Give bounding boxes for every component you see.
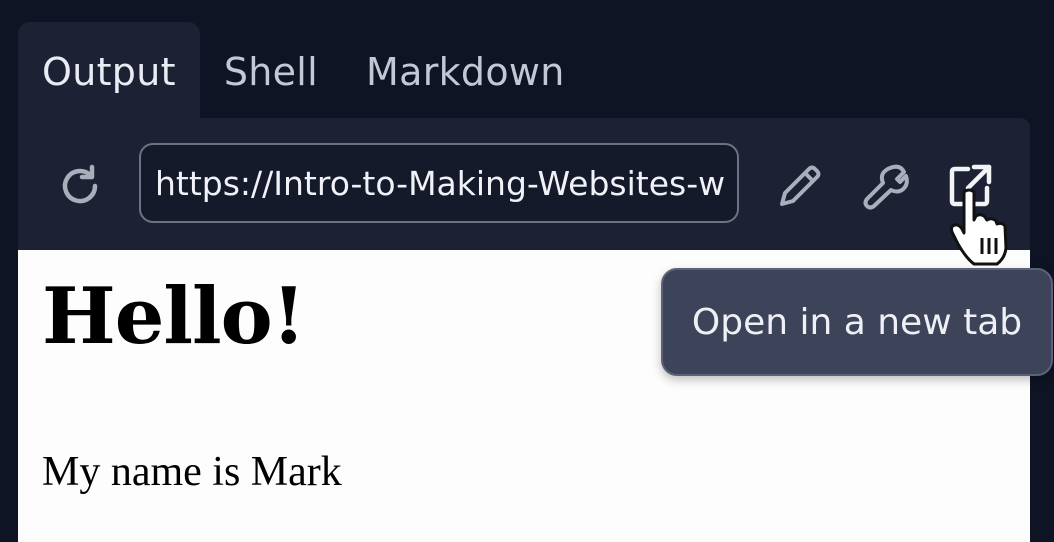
url-bar bbox=[139, 143, 739, 223]
edit-button[interactable] bbox=[770, 158, 830, 214]
reload-icon bbox=[62, 164, 98, 204]
tooltip: Open in a new tab bbox=[661, 268, 1053, 376]
hand-pointer-cursor-icon bbox=[949, 188, 1008, 266]
wrench-icon bbox=[863, 164, 909, 210]
pane-tabs: Output Shell Markdown bbox=[18, 22, 589, 122]
tooltip-text: Open in a new tab bbox=[691, 301, 1023, 343]
preview-heading: Hello! bbox=[42, 271, 306, 362]
tab-markdown[interactable]: Markdown bbox=[342, 22, 589, 122]
tab-output[interactable]: Output bbox=[18, 22, 200, 122]
devtools-button[interactable] bbox=[856, 158, 916, 214]
preview-paragraph: My name is Mark bbox=[42, 449, 342, 495]
tab-shell[interactable]: Shell bbox=[200, 22, 342, 122]
repl-output-pane: Output Shell Markdown https://Intro-to-M… bbox=[0, 0, 1054, 542]
reload-button[interactable] bbox=[52, 158, 108, 214]
url-input[interactable] bbox=[141, 163, 737, 203]
pencil-icon bbox=[780, 165, 821, 206]
webview-toolbar bbox=[18, 118, 1030, 250]
